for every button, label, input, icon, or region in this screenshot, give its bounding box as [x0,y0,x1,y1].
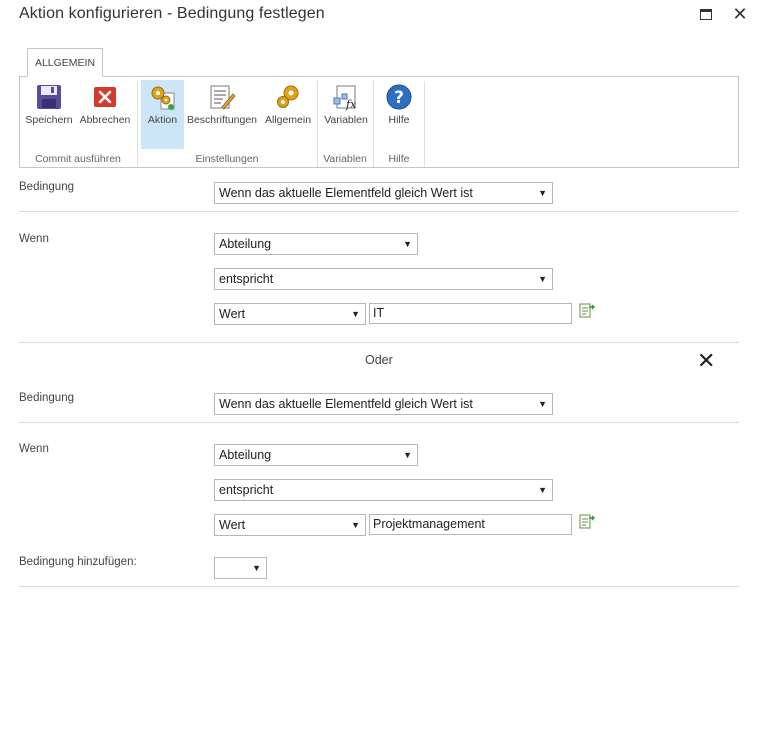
dropdown-arrow-icon: ▼ [538,399,547,409]
ribbon: Speichern Abbrechen Aktion Beschriftunge… [19,76,739,168]
variables-label: Variablen [324,114,368,126]
bedingung-select-value: Wenn das aktuelle Elementfeld gleich Wer… [219,397,473,411]
remove-condition-close-icon[interactable]: ✕ [697,350,715,372]
dropdown-arrow-icon: ▼ [403,450,412,460]
field-select-value: Abteilung [219,237,272,251]
gears-icon [277,85,299,108]
value-type-select[interactable]: Wert ▼ [214,514,366,536]
divider [19,211,739,212]
floppy-disk-icon [37,85,61,109]
add-condition-label: Bedingung hinzufügen: [19,556,137,568]
bedingung-select[interactable]: Wenn das aktuelle Elementfeld gleich Wer… [214,393,553,415]
field-select[interactable]: Abteilung ▼ [214,233,418,255]
dropdown-arrow-icon: ▼ [538,274,547,284]
general-button[interactable]: Allgemein [262,83,314,133]
bedingung-select[interactable]: Wenn das aktuelle Elementfeld gleich Wer… [214,182,553,204]
insert-reference-icon[interactable] [579,514,595,530]
value-type-select-value: Wert [219,518,246,532]
divider [19,586,739,587]
action-label: Aktion [147,114,178,126]
help-button[interactable]: ? Hilfe [378,83,420,133]
field-select[interactable]: Abteilung ▼ [214,444,418,466]
bedingung-label: Bedingung [19,392,74,404]
dropdown-arrow-icon: ▼ [252,563,261,573]
value-type-select-value: Wert [219,307,246,321]
cancel-icon [94,87,116,107]
gears-document-icon [151,86,174,110]
divider [19,422,739,423]
add-condition-select[interactable]: ▼ [214,557,267,579]
maximize-icon[interactable] [697,6,715,24]
dropdown-arrow-icon: ▼ [538,188,547,198]
wenn-label: Wenn [19,233,49,245]
dropdown-arrow-icon: ▼ [403,239,412,249]
operator-select[interactable]: entspricht ▼ [214,479,553,501]
dropdown-arrow-icon: ▼ [538,485,547,495]
group-label-settings: Einstellungen [195,153,259,165]
save-button[interactable]: Speichern [23,83,75,133]
insert-reference-icon[interactable] [579,303,595,319]
window-title: Aktion konfigurieren - Bedingung festleg… [19,5,325,22]
value-input[interactable]: Projektmanagement [369,514,572,535]
value-input[interactable]: IT [369,303,572,324]
help-icon: ? [386,84,412,110]
svg-text:fx: fx [345,98,357,111]
bedingung-select-value: Wenn das aktuelle Elementfeld gleich Wer… [219,186,473,200]
cancel-button[interactable]: Abbrechen [77,83,133,133]
svg-text:?: ? [394,88,404,108]
or-separator-label: Oder [365,353,393,367]
divider [19,342,739,343]
general-label: Allgemein [264,114,312,126]
labels-label: Beschriftungen [186,114,258,126]
group-separator [424,81,425,167]
operator-select-value: entspricht [219,272,274,286]
close-icon[interactable]: ✕ [731,5,749,24]
document-pencil-icon [210,85,236,110]
group-label-variables: Variablen [323,153,367,165]
action-button[interactable]: Aktion [141,80,184,149]
labels-button[interactable]: Beschriftungen [186,83,258,133]
help-label: Hilfe [388,114,410,126]
dropdown-arrow-icon: ▼ [351,309,360,319]
operator-select-value: entspricht [219,483,274,497]
dropdown-arrow-icon: ▼ [351,520,360,530]
tab-allgemein[interactable]: ALLGEMEIN [27,48,103,77]
operator-select[interactable]: entspricht ▼ [214,268,553,290]
field-select-value: Abteilung [219,448,272,462]
bedingung-label: Bedingung [19,181,74,193]
value-type-select[interactable]: Wert ▼ [214,303,366,325]
cancel-label: Abbrechen [79,114,131,126]
group-label-help: Hilfe [388,153,410,165]
function-variable-icon: fx [333,85,357,111]
variables-button[interactable]: fx Variablen [321,83,371,133]
save-label: Speichern [25,114,73,126]
wenn-label: Wenn [19,443,49,455]
group-label-commit: Commit ausführen [35,153,121,165]
